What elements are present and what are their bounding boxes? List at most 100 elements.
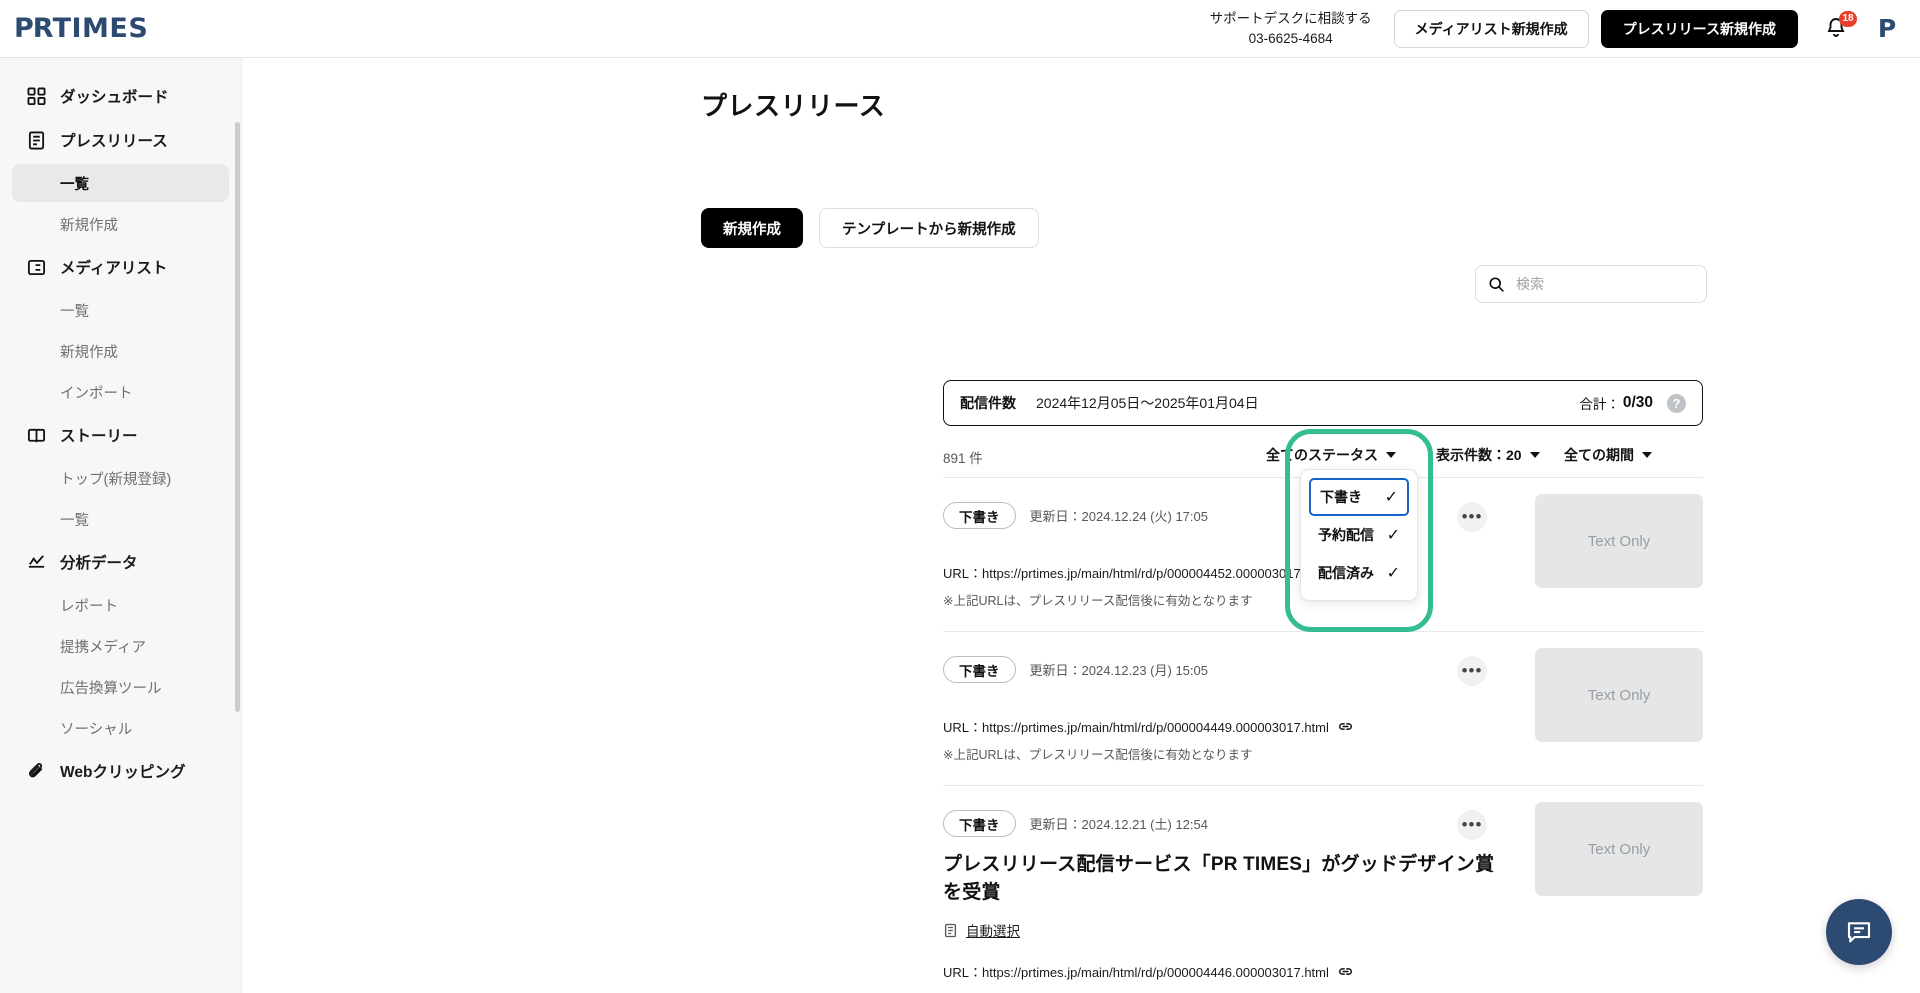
chevron-down-icon: [1529, 452, 1540, 458]
check-icon: ✓: [1384, 489, 1398, 506]
delivery-total-value: 0/30: [1622, 394, 1653, 411]
release-url-note: ※上記URLは、プレスリリース配信後に有効となります: [943, 989, 1703, 993]
sidebar-item-story-top[interactable]: トップ(新規登録): [12, 459, 229, 497]
sidebar-item-label: 一覧: [60, 303, 89, 320]
document-icon: [944, 923, 957, 937]
filter-status[interactable]: 全てのステータス: [1266, 445, 1396, 465]
search-input[interactable]: [1516, 276, 1686, 292]
status-option-scheduled[interactable]: 予約配信 ✓: [1309, 516, 1409, 554]
status-option-label: 配信済み: [1318, 565, 1374, 581]
sidebar-item-label: メディアリスト: [60, 260, 168, 277]
status-option-label: 予約配信: [1318, 527, 1374, 543]
book-icon: [25, 424, 47, 446]
sidebar-item-analytics[interactable]: 分析データ: [12, 542, 229, 582]
search-icon: [1489, 276, 1504, 292]
header-right-group: サポートデスクに相談する 03-6625-4684 メディアリスト新規作成 プレ…: [1210, 9, 1920, 48]
sidebar-item-label: 一覧: [60, 176, 89, 193]
sidebar-item-press-release-new[interactable]: 新規作成: [12, 205, 229, 243]
sidebar: ダッシュボード プレスリリース 一覧 新規作成 メディアリスト 一覧 新規作成 …: [0, 58, 242, 993]
filter-period[interactable]: 全ての期間: [1564, 445, 1652, 465]
sidebar-item-press-release[interactable]: プレスリリース: [12, 120, 229, 160]
sidebar-item-label: 提携メディア: [60, 639, 146, 656]
sidebar-item-web-clipping[interactable]: Webクリッピング: [12, 751, 229, 791]
sidebar-item-media-list-list[interactable]: 一覧: [12, 291, 229, 329]
notifications-button[interactable]: 18: [1824, 10, 1857, 42]
updated-date: 更新日：2024.12.24 (火) 17:05: [1029, 509, 1208, 524]
delivery-count-banner: 配信件数 2024年12月05日〜2025年01月04日 合計： 0/30 ?: [943, 380, 1703, 426]
check-icon: ✓: [1386, 565, 1400, 582]
status-badge: 下書き: [943, 502, 1016, 529]
sidebar-item-label: プレスリリース: [60, 133, 168, 150]
sidebar-item-label: ソーシャル: [60, 721, 133, 738]
row-menu-button[interactable]: •••: [1457, 656, 1487, 686]
page-title: プレスリリース: [701, 91, 886, 121]
chevron-down-icon: [1642, 452, 1652, 458]
delivery-count-range: 2024年12月05日〜2025年01月04日: [1036, 395, 1259, 411]
prtimes-logo[interactable]: PRTIMES: [14, 13, 148, 44]
status-option-delivered[interactable]: 配信済み ✓: [1309, 554, 1409, 592]
status-dropdown-menu: 下書き ✓ 予約配信 ✓ 配信済み ✓: [1300, 469, 1418, 601]
row-menu-button[interactable]: •••: [1457, 502, 1487, 532]
document-icon: [25, 129, 47, 151]
new-from-template-button[interactable]: テンプレートから新規作成: [819, 208, 1039, 248]
sidebar-item-media-list-import[interactable]: インポート: [12, 373, 229, 411]
sidebar-scrollbar[interactable]: [235, 122, 240, 712]
delivery-count-label: 配信件数: [960, 395, 1016, 411]
link-icon[interactable]: [1338, 719, 1353, 734]
sidebar-item-story-list[interactable]: 一覧: [12, 500, 229, 538]
sidebar-item-label: 広告換算ツール: [60, 680, 162, 697]
support-desk-label: サポートデスクに相談する: [1209, 10, 1372, 26]
create-media-list-button[interactable]: メディアリスト新規作成: [1393, 9, 1589, 48]
link-icon[interactable]: [1338, 964, 1353, 979]
support-desk-phone: 03-6625-4684: [1248, 30, 1333, 46]
avatar-letter: P: [1877, 14, 1897, 43]
delivery-total: 合計： 0/30 ?: [1579, 393, 1686, 413]
create-press-release-button[interactable]: プレスリリース新規作成: [1600, 9, 1798, 48]
status-option-label: 下書き: [1320, 489, 1362, 505]
sidebar-item-label: 新規作成: [60, 217, 118, 234]
sidebar-item-label: 分析データ: [60, 555, 138, 572]
release-url-text: URL：https://prtimes.jp/main/html/rd/p/00…: [943, 566, 1329, 581]
auto-select-label[interactable]: 自動選択: [966, 920, 1020, 940]
new-release-button[interactable]: 新規作成: [701, 208, 803, 248]
filter-period-label: 全ての期間: [1564, 447, 1634, 463]
sidebar-item-report[interactable]: レポート: [12, 586, 229, 624]
chevron-down-icon: [1386, 452, 1396, 458]
app-header: PRTIMES サポートデスクに相談する 03-6625-4684 メディアリス…: [0, 0, 1920, 58]
row-menu-button[interactable]: •••: [1457, 810, 1487, 840]
sidebar-item-label: トップ(新規登録): [60, 471, 172, 488]
table-row[interactable]: 下書き 更新日：2024.12.23 (月) 15:05 URL：https:/…: [943, 632, 1703, 786]
sidebar-item-label: 一覧: [60, 512, 89, 529]
release-thumbnail: Text Only: [1535, 494, 1703, 588]
sidebar-item-partner-media[interactable]: 提携メディア: [12, 627, 229, 665]
updated-date: 更新日：2024.12.23 (月) 15:05: [1029, 663, 1208, 678]
sidebar-item-label: Webクリッピング: [60, 764, 186, 781]
auto-select-row[interactable]: 自動選択: [943, 920, 1703, 940]
result-count: 891 件: [943, 451, 983, 466]
sidebar-item-media-list[interactable]: メディアリスト: [12, 247, 229, 287]
sidebar-item-label: レポート: [60, 598, 118, 615]
filter-display-count[interactable]: 表示件数：20: [1436, 445, 1540, 465]
status-option-draft[interactable]: 下書き ✓: [1309, 478, 1409, 516]
release-title[interactable]: プレスリリース配信サービス「PR TIMES」がグッドデザイン賞を受賞: [943, 851, 1513, 906]
list-card-icon: [25, 256, 47, 278]
sidebar-item-social[interactable]: ソーシャル: [12, 709, 229, 747]
check-icon: ✓: [1386, 527, 1400, 544]
release-thumbnail: Text Only: [1535, 648, 1703, 742]
release-thumbnail: Text Only: [1535, 802, 1703, 896]
help-icon[interactable]: ?: [1667, 393, 1686, 413]
table-row[interactable]: 下書き 更新日：2024.12.21 (土) 12:54 プレスリリース配信サー…: [943, 786, 1703, 993]
sidebar-item-media-list-new[interactable]: 新規作成: [12, 332, 229, 370]
sidebar-item-story[interactable]: ストーリー: [12, 415, 229, 455]
sidebar-item-ad-value-tool[interactable]: 広告換算ツール: [12, 668, 229, 706]
release-url-note: ※上記URLは、プレスリリース配信後に有効となります: [943, 748, 1253, 762]
filter-status-label: 全てのステータス: [1266, 447, 1378, 463]
updated-date: 更新日：2024.12.21 (土) 12:54: [1029, 817, 1208, 832]
chart-line-icon: [25, 551, 47, 573]
sidebar-item-press-release-list[interactable]: 一覧: [12, 164, 229, 202]
search-box[interactable]: [1475, 265, 1707, 303]
paperclip-icon: [25, 760, 47, 782]
chat-support-button[interactable]: [1826, 899, 1892, 965]
sidebar-item-dashboard[interactable]: ダッシュボード: [12, 76, 229, 116]
avatar[interactable]: P: [1872, 14, 1902, 44]
